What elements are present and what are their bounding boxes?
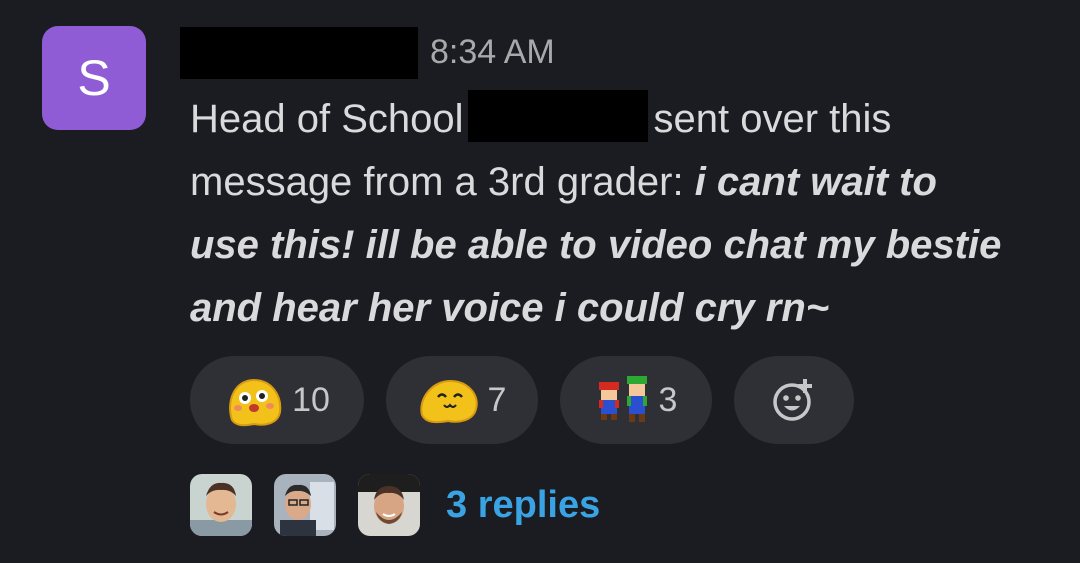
message-line-1: Head of School sent over this: [190, 88, 1050, 151]
blushing-blob-emoji-icon: [224, 372, 284, 428]
message-quote: and hear her voice i could cry rn~: [190, 286, 830, 330]
reaction-happy-blob[interactable]: 7: [386, 356, 538, 444]
message-line-2: message from a 3rd grader: i cant wait t…: [190, 151, 1050, 214]
replies-link[interactable]: 3 replies: [446, 484, 600, 527]
reaction-mario-luigi[interactable]: 3: [560, 356, 712, 444]
message-text: message from a 3rd grader:: [190, 160, 684, 204]
reaction-count: 3: [658, 380, 678, 419]
message-quote: use this! ill be able to video chat my b…: [190, 223, 1002, 267]
reaction-count: 10: [292, 380, 330, 419]
redacted-name-inline: [467, 90, 648, 142]
redacted-sender-name: [180, 27, 418, 79]
reaction-count: 7: [487, 380, 507, 419]
replier-avatar[interactable]: [190, 474, 252, 536]
add-reaction-button[interactable]: [734, 356, 854, 444]
mario-luigi-emoji-icon: [595, 374, 651, 426]
replier-avatar[interactable]: [358, 474, 420, 536]
sender-avatar[interactable]: S: [42, 26, 146, 130]
happy-blob-emoji-icon: [418, 375, 480, 425]
message-text: sent over this: [653, 97, 892, 141]
replier-avatar[interactable]: [274, 474, 336, 536]
thread-summary[interactable]: 3 replies: [190, 474, 600, 536]
avatar-initial: S: [77, 50, 111, 106]
message-text: Head of School: [190, 97, 464, 141]
add-reaction-icon: [770, 376, 818, 424]
message-body: Head of School sent over this message fro…: [190, 88, 1050, 340]
message-quote: i cant wait to: [694, 160, 937, 204]
message-timestamp[interactable]: 8:34 AM: [430, 32, 555, 72]
reaction-blushing-blob[interactable]: 10: [190, 356, 364, 444]
reactions-bar: 10 7 3: [190, 356, 854, 444]
